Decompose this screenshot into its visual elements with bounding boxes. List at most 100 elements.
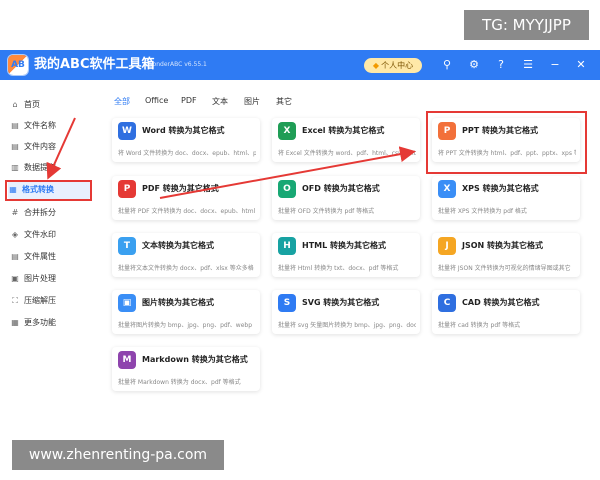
- ofd-icon: O: [278, 180, 296, 198]
- card-description: 批量将 JSON 文件转换为可视化的情绪导图或其它: [438, 265, 571, 272]
- title-bar: AB 我的ABC软件工具箱 WonderABC v6.55.1 ◆ 个人中心 ⚲ …: [0, 50, 600, 80]
- sidebar-item-label: 文件名称: [24, 121, 56, 130]
- card-cad-convert[interactable]: C CAD 转换为其它格式 批量将 cad 转换为 pdf 等格式: [432, 290, 580, 334]
- sidebar-item-data-extract[interactable]: ▥ 数据提取: [10, 159, 90, 177]
- settings-icon[interactable]: ⚙: [467, 58, 481, 72]
- card-ofd-convert[interactable]: O OFD 转换为其它格式 批量将 OFD 文件转换为 pdf 等格式: [272, 176, 420, 220]
- card-word-convert[interactable]: W Word 转换为其它格式 将 Word 文件转换为 doc、docx、epu…: [112, 118, 260, 162]
- card-excel-convert[interactable]: X Excel 转换为其它格式 将 Excel 文件转换为 word、pdf、h…: [272, 118, 420, 162]
- app-version: WonderABC v6.55.1: [147, 61, 207, 68]
- card-markdown-convert[interactable]: M Markdown 转换为其它格式 批量将 Markdown 转换为 docx…: [112, 347, 260, 391]
- card-title: 图片转换为其它格式: [142, 298, 214, 307]
- card-title: 文本转换为其它格式: [142, 241, 214, 250]
- annotation-highlight-sidebar: [5, 180, 92, 201]
- card-description: 批量将 PDF 文件转换为 doc、docx、epub、html: [118, 208, 256, 215]
- card-description: 批量将 XPS 文件转换为 pdf 格式: [438, 208, 527, 215]
- properties-icon: ▤: [11, 252, 19, 261]
- card-title: Markdown 转换为其它格式: [142, 355, 248, 364]
- menu-icon[interactable]: ☰: [521, 58, 535, 72]
- card-description: 批量将文本文件转换为 docx、pdf、xlsx 等众多格: [118, 265, 254, 272]
- document-icon: ▤: [11, 142, 19, 151]
- sidebar-item-label: 文件属性: [24, 252, 56, 261]
- cad-icon: C: [438, 294, 456, 312]
- markdown-icon: M: [118, 351, 136, 369]
- card-title: Excel 转换为其它格式: [302, 126, 385, 135]
- card-title: SVG 转换为其它格式: [302, 298, 380, 307]
- sidebar-item-image-process[interactable]: ▣ 图片处理: [10, 270, 90, 288]
- sidebar-item-merge-split[interactable]: # 合并拆分: [10, 204, 90, 222]
- card-title: JSON 转换为其它格式: [462, 241, 544, 250]
- card-description: 批量将图片转换为 bmp、jpg、png、pdf、webp: [118, 322, 253, 329]
- watermark-icon: ◈: [11, 230, 19, 239]
- tab-image[interactable]: 图片: [244, 96, 260, 107]
- minimize-icon[interactable]: −: [548, 58, 562, 72]
- search-icon[interactable]: ⚲: [440, 58, 454, 72]
- sidebar-item-label: 文件内容: [24, 142, 56, 151]
- card-text-convert[interactable]: T 文本转换为其它格式 批量将文本文件转换为 docx、pdf、xlsx 等众多…: [112, 233, 260, 277]
- sidebar-item-more[interactable]: ▦ 更多功能: [10, 314, 90, 332]
- app-title: 我的ABC软件工具箱: [34, 57, 155, 72]
- watermark-top: TG: MYYJJPP: [464, 10, 589, 40]
- card-description: 批量将 Html 转换为 txt、docx、pdf 等格式: [278, 265, 399, 272]
- card-image-convert[interactable]: ▣ 图片转换为其它格式 批量将图片转换为 bmp、jpg、png、pdf、web…: [112, 290, 260, 334]
- card-description: 将 Word 文件转换为 doc、docx、epub、html、pd: [118, 150, 256, 157]
- tab-all[interactable]: 全部: [114, 96, 130, 107]
- watermark-bottom: www.zhenrenting-pa.com: [12, 440, 224, 470]
- svg-icon: S: [278, 294, 296, 312]
- card-description: 将 Excel 文件转换为 word、pdf、html、csv、txt: [278, 150, 416, 157]
- image-icon: ▣: [11, 274, 19, 283]
- word-icon: W: [118, 122, 136, 140]
- text-file-icon: T: [118, 237, 136, 255]
- tab-office[interactable]: Office: [145, 96, 168, 105]
- card-title: HTML 转换为其它格式: [302, 241, 386, 250]
- tab-text[interactable]: 文本: [212, 96, 228, 107]
- sidebar-item-label: 数据提取: [24, 163, 56, 172]
- grid-icon: ▦: [11, 318, 19, 327]
- sidebar-item-compress[interactable]: ⛶ 压缩解压: [10, 292, 90, 310]
- card-json-convert[interactable]: J JSON 转换为其它格式 批量将 JSON 文件转换为可视化的情绪导图或其它: [432, 233, 580, 277]
- extract-icon: ▥: [11, 163, 19, 172]
- sidebar-item-label: 更多功能: [24, 318, 56, 327]
- home-icon: ⌂: [12, 100, 18, 109]
- app-logo: AB: [8, 55, 28, 75]
- sidebar-item-label: 首页: [24, 100, 40, 109]
- card-description: 批量将 OFD 文件转换为 pdf 等格式: [278, 208, 375, 215]
- sidebar-item-file-content[interactable]: ▤ 文件内容: [10, 138, 90, 156]
- card-title: PDF 转换为其它格式: [142, 184, 219, 193]
- user-center-button[interactable]: ◆ 个人中心: [364, 58, 422, 73]
- sidebar-item-watermark[interactable]: ◈ 文件水印: [10, 226, 90, 244]
- app-window: AB 我的ABC软件工具箱 WonderABC v6.55.1 ◆ 个人中心 ⚲ …: [0, 50, 600, 430]
- card-xps-convert[interactable]: X XPS 转换为其它格式 批量将 XPS 文件转换为 pdf 格式: [432, 176, 580, 220]
- xps-icon: X: [438, 180, 456, 198]
- sidebar-item-file-properties[interactable]: ▤ 文件属性: [10, 248, 90, 266]
- card-title: Word 转换为其它格式: [142, 126, 225, 135]
- file-icon: ▤: [11, 121, 19, 130]
- card-pdf-convert[interactable]: P PDF 转换为其它格式 批量将 PDF 文件转换为 doc、docx、epu…: [112, 176, 260, 220]
- card-html-convert[interactable]: H HTML 转换为其它格式 批量将 Html 转换为 txt、docx、pdf…: [272, 233, 420, 277]
- card-description: 批量将 Markdown 转换为 docx、pdf 等格式: [118, 379, 241, 386]
- tab-other[interactable]: 其它: [276, 96, 292, 107]
- close-icon[interactable]: ✕: [574, 58, 588, 72]
- card-svg-convert[interactable]: S SVG 转换为其它格式 批量将 svg 矢量图片转换为 bmp、jpg、pn…: [272, 290, 420, 334]
- sidebar-item-label: 图片处理: [24, 274, 56, 283]
- compress-icon: ⛶: [12, 296, 18, 305]
- card-description: 批量将 svg 矢量图片转换为 bmp、jpg、png、doc: [278, 322, 416, 329]
- sidebar: ⌂ 首页 ▤ 文件名称 ▤ 文件内容 ▥ 数据提取 ▦ 格式转换 # 合并拆分 ◈ 文件水印 …: [0, 80, 96, 430]
- image-file-icon: ▣: [118, 294, 136, 312]
- excel-icon: X: [278, 122, 296, 140]
- help-icon[interactable]: ?: [494, 58, 508, 72]
- sidebar-item-home[interactable]: ⌂ 首页: [10, 96, 90, 114]
- json-icon: J: [438, 237, 456, 255]
- hash-icon: #: [11, 208, 19, 217]
- card-description: 批量将 cad 转换为 pdf 等格式: [438, 322, 521, 329]
- annotation-highlight-ppt-card: [426, 111, 587, 174]
- user-center-label: 个人中心: [381, 61, 414, 70]
- card-title: CAD 转换为其它格式: [462, 298, 540, 307]
- sidebar-item-label: 压缩解压: [24, 296, 56, 305]
- card-title: XPS 转换为其它格式: [462, 184, 539, 193]
- sidebar-item-label: 合并拆分: [24, 208, 56, 217]
- tab-pdf[interactable]: PDF: [181, 96, 197, 105]
- pdf-icon: P: [118, 180, 136, 198]
- sidebar-item-file-name[interactable]: ▤ 文件名称: [10, 117, 90, 135]
- card-title: OFD 转换为其它格式: [302, 184, 380, 193]
